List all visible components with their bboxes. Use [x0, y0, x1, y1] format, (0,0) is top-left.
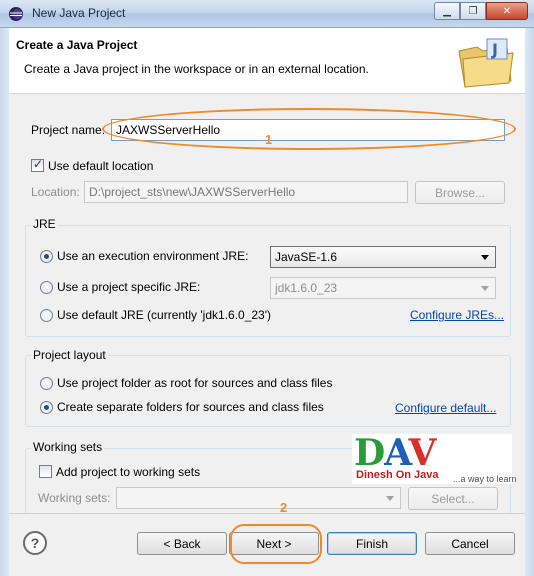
eclipse-icon [9, 7, 23, 21]
use-default-location-label: Use default location [48, 159, 154, 173]
location-label: Location: [31, 185, 80, 199]
layout-root-radio[interactable] [40, 377, 53, 390]
help-icon[interactable]: ? [23, 531, 47, 555]
location-input[interactable]: D:\project_sts\new\JAXWSServerHello [84, 181, 408, 203]
wizard-banner: Create a Java Project Create a Java proj… [9, 29, 525, 94]
title-bar: New Java Project ▁ ❐ ✕ [0, 0, 534, 28]
select-working-sets-button[interactable]: Select... [408, 487, 498, 510]
jre-project-specific-label: Use a project specific JRE: [57, 280, 201, 294]
minimize-button[interactable]: ▁ [434, 2, 460, 20]
configure-default-link[interactable]: Configure default... [395, 401, 496, 415]
jre-default-label: Use default JRE (currently 'jdk1.6.0_23'… [57, 308, 272, 322]
page-description: Create a Java project in the workspace o… [24, 62, 369, 76]
layout-separate-label: Create separate folders for sources and … [57, 400, 324, 414]
execution-env-value: JavaSE-1.6 [275, 250, 338, 264]
chevron-down-icon [481, 255, 489, 260]
annotation-oval-2 [230, 524, 322, 564]
jre-project-specific-radio[interactable] [40, 281, 53, 294]
jre-execution-env-radio[interactable] [40, 250, 53, 263]
chevron-down-icon [481, 286, 489, 291]
window-controls: ▁ ❐ ✕ [434, 2, 528, 20]
layout-root-label: Use project folder as root for sources a… [57, 376, 333, 390]
project-layout-group [25, 355, 511, 427]
add-to-working-sets-checkbox[interactable] [39, 465, 52, 478]
execution-env-select[interactable]: JavaSE-1.6 [270, 246, 496, 268]
project-layout-group-title: Project layout [31, 348, 108, 362]
working-sets-select[interactable] [116, 487, 401, 509]
project-specific-jre-value: jdk1.6.0_23 [275, 281, 338, 295]
svg-text:J: J [491, 40, 498, 59]
window-title: New Java Project [32, 6, 126, 20]
maximize-button[interactable]: ❐ [460, 2, 486, 20]
configure-jres-link[interactable]: Configure JREs... [410, 308, 504, 322]
window-border-right [525, 28, 534, 576]
project-specific-jre-select[interactable]: jdk1.6.0_23 [270, 277, 496, 299]
add-to-working-sets-label: Add project to working sets [56, 465, 201, 479]
page-title: Create a Java Project [16, 38, 138, 52]
working-sets-group-title: Working sets [31, 440, 105, 454]
browse-button[interactable]: Browse... [415, 181, 505, 204]
dav-logo: DAV Dinesh On Java ...a way to learn [352, 432, 517, 484]
use-default-location-checkbox[interactable] [31, 157, 44, 172]
annotation-number-1: 1 [265, 132, 273, 147]
window-border-left [0, 28, 9, 576]
java-project-folder-icon: J [458, 38, 514, 88]
working-sets-label: Working sets: [38, 491, 111, 505]
close-button[interactable]: ✕ [486, 2, 528, 20]
cancel-button[interactable]: Cancel [425, 532, 515, 555]
jre-group-title: JRE [31, 217, 58, 231]
finish-button[interactable]: Finish [327, 532, 417, 555]
annotation-number-2: 2 [280, 500, 288, 515]
logo-letters: DAV [354, 432, 436, 474]
jre-execution-env-label: Use an execution environment JRE: [57, 249, 249, 263]
jre-default-radio[interactable] [40, 309, 53, 322]
chevron-down-icon [386, 496, 394, 501]
back-button[interactable]: < Back [137, 532, 227, 555]
logo-tagline: ...a way to learn [453, 474, 517, 484]
project-name-label: Project name: [31, 123, 106, 137]
logo-subtitle: Dinesh On Java [356, 469, 439, 481]
footer-separator [9, 513, 525, 514]
layout-separate-radio[interactable] [40, 401, 53, 414]
annotation-oval-1 [102, 108, 516, 150]
